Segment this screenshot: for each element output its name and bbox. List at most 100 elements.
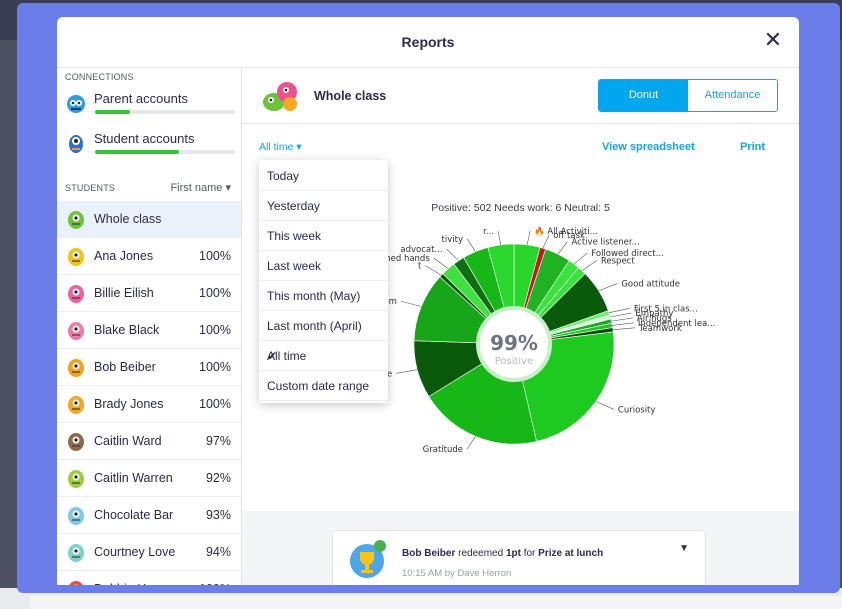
label-leader-line	[595, 401, 615, 410]
student-row[interactable]: Debbie Harry 100%	[57, 571, 241, 585]
class-header: Whole class Donut Attendance	[242, 68, 799, 124]
student-row[interactable]: Blake Black 100%	[57, 312, 241, 349]
view-spreadsheet-link[interactable]: View spreadsheet	[602, 141, 695, 153]
student-name: Debbie Harry	[94, 582, 168, 585]
student-avatar-icon	[68, 285, 84, 303]
connections-label: CONNECTIONS	[65, 72, 134, 82]
slice-label: Active listener...	[572, 238, 640, 248]
label-leader-line	[608, 308, 630, 313]
students-header: STUDENTS First name ▾	[57, 181, 241, 199]
date-menu-item-label: This week	[267, 229, 322, 243]
date-menu-item-label: This month (May)	[267, 289, 361, 303]
date-menu-item[interactable]: This month (May)	[259, 280, 388, 311]
student-row[interactable]: Chocolate Bar 93%	[57, 497, 241, 534]
student-avatar-icon	[68, 322, 84, 340]
label-leader-line	[425, 265, 442, 276]
slice-label: Teamwork	[638, 324, 682, 334]
date-range-menu: Today Yesterday This week Last week This mon…	[259, 160, 388, 403]
feed-card[interactable]: 1 Bob Beiber redeemed 1pt for Prize at l…	[333, 531, 705, 585]
sort-dropdown[interactable]: First name ▾	[170, 181, 231, 194]
label-leader-line	[612, 327, 635, 331]
student-name: Billie Eilish	[94, 286, 154, 300]
date-menu-item-label: Yesterday	[267, 199, 320, 213]
class-name: Whole class	[314, 89, 387, 103]
attendance-tab[interactable]: Attendance	[688, 80, 777, 111]
slice-label: Curiosity	[618, 405, 656, 415]
label-leader-line	[581, 260, 598, 271]
student-name: Brady Jones	[94, 397, 164, 411]
print-link[interactable]: Print	[740, 141, 765, 153]
parent-accounts-item[interactable]: Parent accounts	[65, 90, 235, 118]
student-percent: 92%	[205, 471, 231, 485]
student-row[interactable]: Caitlin Warren 92%	[57, 460, 241, 497]
student-avatar-icon	[68, 211, 84, 229]
student-percent: 100%	[199, 397, 231, 411]
student-percent: 100%	[199, 249, 231, 263]
student-percent: 100%	[199, 286, 231, 300]
label-leader-line	[598, 283, 618, 292]
parent-accounts-label: Parent accounts	[94, 91, 188, 106]
date-menu-item[interactable]: All time ✔	[259, 340, 388, 371]
student-row[interactable]: Billie Eilish 100%	[57, 275, 241, 312]
student-row[interactable]: Whole class	[57, 201, 241, 238]
date-menu-item[interactable]: Custom date range	[259, 370, 388, 401]
student-row[interactable]: Brady Jones 100%	[57, 386, 241, 423]
student-name: Caitlin Warren	[94, 471, 173, 485]
student-name: Whole class	[94, 212, 162, 226]
student-accounts-progress	[95, 150, 235, 154]
donut-tab[interactable]: Donut	[599, 80, 688, 111]
student-row[interactable]: Courtney Love 94%	[57, 534, 241, 571]
close-icon[interactable]: ✕	[761, 28, 785, 52]
trophy-icon	[350, 540, 386, 578]
slice-label: Gratitude	[423, 445, 463, 455]
parent-accounts-progress-fill	[95, 110, 130, 114]
student-accounts-progress-fill	[95, 150, 179, 154]
center-value: 99%	[490, 331, 538, 355]
whole-class-avatar-icon	[263, 82, 297, 111]
label-leader-line	[466, 436, 476, 450]
student-name: Bob Beiber	[94, 360, 156, 374]
label-leader-line	[466, 238, 476, 252]
student-row[interactable]: Ana Jones 100%	[57, 238, 241, 275]
slice-label: r...	[483, 227, 494, 237]
parent-accounts-progress	[95, 110, 235, 114]
date-menu-item[interactable]: This week	[259, 220, 388, 251]
checkmark-icon: ✔	[267, 349, 278, 363]
label-leader-line	[396, 369, 418, 374]
student-row[interactable]: Bob Beiber 100%	[57, 349, 241, 386]
student-accounts-label: Student accounts	[94, 131, 195, 146]
student-name: Caitlin Ward	[94, 434, 162, 448]
student-name: Courtney Love	[94, 545, 176, 559]
date-menu-item[interactable]: Yesterday	[259, 190, 388, 221]
background-strip	[30, 596, 842, 609]
monster-avatar-icon	[67, 95, 85, 113]
feed-message: Bob Beiber redeemed 1pt for Prize at lun…	[402, 548, 603, 559]
feed-prize: Prize at lunch	[538, 548, 604, 559]
feed-verb: redeemed	[455, 548, 506, 559]
label-leader-line	[573, 252, 588, 265]
slice-label: Respect	[601, 256, 635, 266]
label-leader-line	[446, 248, 459, 261]
student-accounts-item[interactable]: Student accounts	[65, 130, 235, 158]
date-menu-item[interactable]: Last month (April)	[259, 310, 388, 341]
label-leader-line	[611, 317, 633, 322]
chevron-down-icon[interactable]: ▼	[679, 543, 689, 554]
date-menu-item[interactable]: Last week	[259, 250, 388, 281]
feed-meta: 10:15 AM by Dave Herron	[402, 568, 512, 579]
date-menu-item-label: Today	[267, 169, 300, 183]
student-row[interactable]: Caitlin Ward 97%	[57, 423, 241, 460]
date-menu-item[interactable]: Today	[259, 160, 388, 191]
modal-title: Reports	[401, 34, 455, 50]
date-menu-item-label: Last month (April)	[267, 319, 362, 333]
date-range-dropdown[interactable]: All time ▾	[259, 141, 302, 153]
student-avatar-icon	[68, 248, 84, 266]
student-avatar-icon	[68, 433, 84, 451]
label-leader-line	[433, 257, 449, 269]
student-percent: 100%	[199, 323, 231, 337]
feed-for: for	[520, 548, 539, 559]
label-leader-line	[557, 241, 568, 255]
feed-area: 1 Bob Beiber redeemed 1pt for Prize at l…	[242, 511, 799, 585]
student-avatar-icon	[69, 581, 83, 585]
student-avatar-icon	[68, 470, 84, 488]
date-menu-item-label: Last week	[267, 259, 322, 273]
